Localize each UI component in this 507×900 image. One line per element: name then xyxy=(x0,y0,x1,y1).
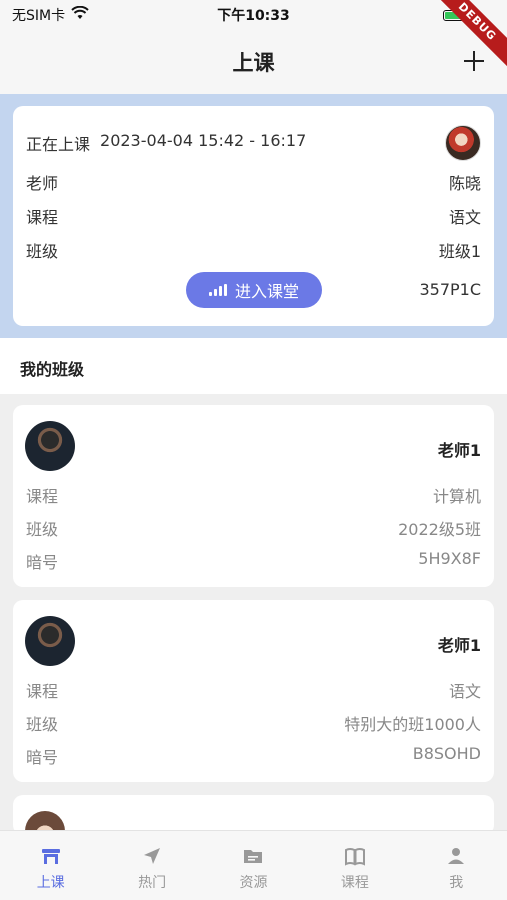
teacher-name: 老师1 xyxy=(437,636,481,655)
classroom-icon xyxy=(40,845,62,867)
tab-label: 我 xyxy=(449,875,464,891)
tab-label: 上课 xyxy=(36,875,65,891)
tab-resources[interactable]: 资源 xyxy=(213,845,293,892)
book-icon xyxy=(344,845,366,867)
course-value: 计算机 xyxy=(432,487,481,506)
course-value: 语文 xyxy=(448,682,481,701)
add-icon[interactable] xyxy=(459,46,489,76)
class-card[interactable]: 老师1 课程 语文 班级 特别大的班1000人 暗号 B8SOHD xyxy=(13,600,494,782)
course-label: 课程 xyxy=(26,682,59,701)
tab-label: 课程 xyxy=(340,875,369,891)
teacher-avatar xyxy=(445,125,481,161)
class-time-range: 2023-04-04 15:42 - 16:17 xyxy=(100,131,307,150)
course-value: 语文 xyxy=(448,208,481,227)
class-code: 357P1C xyxy=(419,280,481,299)
signal-bars-icon xyxy=(208,284,227,296)
tab-hot[interactable]: 热门 xyxy=(112,845,192,892)
teacher-avatar xyxy=(25,616,75,666)
top-nav-bar: 上课 xyxy=(0,30,507,94)
code-value: B8SOHD xyxy=(412,744,481,763)
tab-courses[interactable]: 课程 xyxy=(315,845,395,892)
teacher-avatar xyxy=(25,421,75,471)
page-title: 上课 xyxy=(232,51,275,75)
class-value: 2022级5班 xyxy=(398,520,481,539)
course-label: 课程 xyxy=(26,487,59,506)
class-value: 班级1 xyxy=(438,242,481,261)
carrier-label: 无SIM卡 xyxy=(12,8,66,24)
class-card[interactable]: 老师1 课程 计算机 班级 2022级5班 暗号 5H9X8F xyxy=(13,405,494,587)
bottom-tab-bar: 上课 热门 资源 课程 我 xyxy=(0,830,507,900)
tab-label: 热门 xyxy=(138,875,167,891)
tab-me[interactable]: 我 xyxy=(416,845,496,892)
class-label: 班级 xyxy=(26,715,59,734)
my-classes-header: 我的班级 xyxy=(0,338,507,394)
course-label: 课程 xyxy=(26,208,59,227)
class-status: 正在上课 xyxy=(26,135,91,154)
wifi-icon xyxy=(71,5,89,24)
navigation-arrow-icon xyxy=(141,845,163,867)
tab-label: 资源 xyxy=(239,875,268,891)
code-value: 5H9X8F xyxy=(418,549,481,568)
current-class-banner: 正在上课 2023-04-04 15:42 - 16:17 老师 陈晓 课程 语… xyxy=(0,94,507,338)
tab-classroom[interactable]: 上课 xyxy=(11,845,91,892)
enter-classroom-button[interactable]: 进入课堂 xyxy=(186,272,322,308)
teacher-value: 陈晓 xyxy=(448,174,481,193)
class-card[interactable] xyxy=(13,795,494,851)
class-label: 班级 xyxy=(26,242,59,261)
current-class-card[interactable]: 正在上课 2023-04-04 15:42 - 16:17 老师 陈晓 课程 语… xyxy=(13,106,494,326)
class-label: 班级 xyxy=(26,520,59,539)
person-icon xyxy=(445,845,467,867)
code-label: 暗号 xyxy=(26,748,59,767)
class-value: 特别大的班1000人 xyxy=(344,715,481,734)
status-bar: 无SIM卡 下午10:33 xyxy=(0,0,507,30)
teacher-name: 老师1 xyxy=(437,441,481,460)
teacher-label: 老师 xyxy=(26,174,59,193)
enter-classroom-label: 进入课堂 xyxy=(234,282,299,301)
folder-icon xyxy=(242,845,264,867)
code-label: 暗号 xyxy=(26,553,59,572)
